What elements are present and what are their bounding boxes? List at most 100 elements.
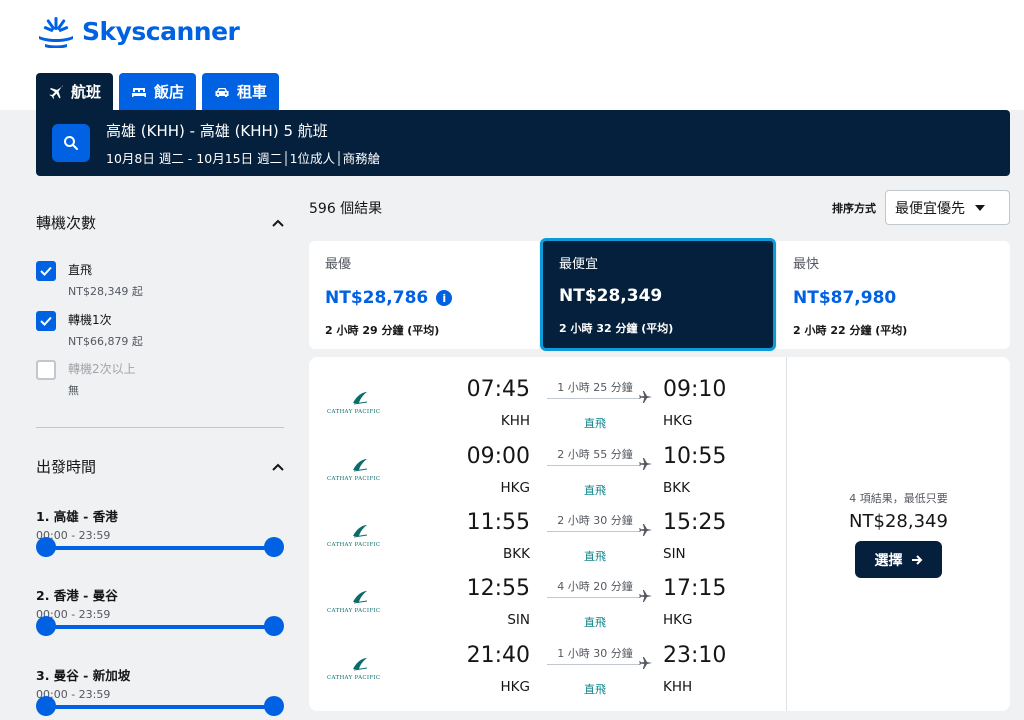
arrival-time: 09:10 <box>663 377 727 402</box>
stops-filter-title: 轉機次數 <box>36 214 97 232</box>
sort-card-price-row: NT$28,786 i <box>325 288 523 308</box>
select-button[interactable]: 選擇 <box>855 541 942 578</box>
slider-handle-end[interactable] <box>264 537 284 557</box>
plane-icon <box>49 85 63 99</box>
departure-airport: HKG <box>500 480 530 496</box>
stops-label: 直飛 <box>584 683 606 696</box>
flight-duration: 4 小時 20 分鐘 <box>557 580 633 593</box>
airline-logo: CATHAY PACIFIC <box>327 389 387 419</box>
departure-slider-2: 2. 香港 - 曼谷 00:00 - 23:59 <box>36 585 284 636</box>
sort-card-cheapest[interactable]: 最便宜 NT$28,349 2 小時 32 分鐘 (平均) <box>540 238 776 351</box>
flight-duration: 1 小時 25 分鐘 <box>557 381 633 394</box>
sort-card-price: NT$87,980 <box>793 288 897 308</box>
stops-option-direct[interactable]: 直飛 NT$28,349 起 <box>36 261 143 299</box>
arrival-time: 17:15 <box>663 576 727 601</box>
option-label: 轉機1次 <box>68 313 112 327</box>
sort-card-duration: 2 小時 22 分鐘 (平均) <box>793 324 908 337</box>
select-button-label: 選擇 <box>874 552 903 569</box>
stops-label: 直飛 <box>584 484 606 497</box>
search-summary[interactable]: 高雄 (KHH) - 高雄 (KHH) 5 航班 10月8日 週二 - 10月1… <box>36 110 1010 176</box>
sort-dropdown[interactable]: 最便宜優先 <box>885 190 1010 225</box>
airline-name: CATHAY PACIFIC <box>327 608 381 614</box>
search-route: 高雄 (KHH) - 高雄 (KHH) 5 航班 <box>106 122 328 140</box>
slider-handle-end[interactable] <box>264 616 284 636</box>
option-label: 直飛 <box>68 263 93 277</box>
chevron-up-icon <box>272 219 284 227</box>
arrow-right-icon <box>911 554 922 565</box>
flight-leg: CATHAY PACIFIC 12:55 SIN 4 小時 20 分鐘 直飛 1… <box>309 568 786 634</box>
departure-airport: SIN <box>507 612 530 628</box>
flight-duration: 2 小時 55 分鐘 <box>557 448 633 461</box>
checkbox-disabled <box>36 360 56 380</box>
slider-handle-start[interactable] <box>36 537 56 557</box>
skyscanner-logo[interactable]: Skyscanner <box>36 14 240 48</box>
search-icon <box>64 136 78 150</box>
arrival-airport: HKG <box>663 413 693 429</box>
flight-leg: CATHAY PACIFIC 11:55 BKK 2 小時 30 分鐘 直飛 1… <box>309 502 786 568</box>
slider-range: 00:00 - 23:59 <box>36 608 111 621</box>
slider-title: 1. 高雄 - 香港 <box>36 509 118 524</box>
tab-label: 航班 <box>71 83 102 101</box>
checkbox-checked[interactable] <box>36 311 56 331</box>
airline-name: CATHAY PACIFIC <box>327 542 381 548</box>
results-count: 596 個結果 <box>309 201 383 217</box>
cathay-brushwing-icon <box>353 525 368 538</box>
sort-card-price: NT$28,786 <box>325 288 429 308</box>
search-travellers: 1位成人 <box>289 151 336 166</box>
sunrise-icon <box>39 17 73 48</box>
stops-filter-header[interactable]: 轉機次數 <box>36 212 284 233</box>
route-line <box>547 531 639 532</box>
airline-logo: CATHAY PACIFIC <box>327 522 387 552</box>
airline-logo: CATHAY PACIFIC <box>327 655 387 685</box>
product-tabs: 航班 飯店 租車 <box>36 73 280 110</box>
brand-name: Skyscanner <box>82 16 240 46</box>
slider-handle-start[interactable] <box>36 616 56 636</box>
sort-card-title: 最便宜 <box>559 257 599 272</box>
option-label: 轉機2次以上 <box>68 362 136 376</box>
search-details: 10月8日 週二 - 10月15日 週二│1位成人│商務艙 <box>106 151 381 166</box>
caret-down-icon <box>975 204 985 211</box>
slider-title: 2. 香港 - 曼谷 <box>36 588 118 603</box>
sort-card-price: NT$28,349 <box>559 286 663 306</box>
departure-time: 07:45 <box>466 377 530 402</box>
sort-card-fastest[interactable]: 最快 NT$87,980 2 小時 22 分鐘 (平均) <box>777 241 1010 349</box>
arrival-airport: KHH <box>663 679 693 695</box>
tab-label: 租車 <box>237 83 268 101</box>
airline-logo: CATHAY PACIFIC <box>327 456 387 486</box>
route-line <box>547 465 639 466</box>
route-line <box>547 664 639 665</box>
checkbox-checked[interactable] <box>36 261 56 281</box>
stops-option-one-stop[interactable]: 轉機1次 NT$66,879 起 <box>36 311 143 349</box>
chevron-up-icon <box>272 463 284 471</box>
arrival-airport: BKK <box>663 480 690 496</box>
info-icon[interactable]: i <box>436 290 453 306</box>
departure-time: 12:55 <box>466 576 530 601</box>
slider-title: 3. 曼谷 - 新加坡 <box>36 668 131 683</box>
itinerary-card[interactable]: CATHAY PACIFIC 07:45 KHH 1 小時 25 分鐘 直飛 0… <box>309 357 1010 711</box>
sort-card-duration: 2 小時 29 分鐘 (平均) <box>325 324 440 337</box>
top-bar: Skyscanner 航班 飯店 租車 <box>0 0 1024 110</box>
flight-leg: CATHAY PACIFIC 21:40 HKG 1 小時 30 分鐘 直飛 2… <box>309 635 786 701</box>
stops-label: 直飛 <box>584 616 606 629</box>
option-price: 無 <box>68 384 79 397</box>
cathay-brushwing-icon <box>353 459 368 472</box>
slider-track[interactable] <box>46 705 274 709</box>
tab-flights[interactable]: 航班 <box>36 73 114 110</box>
slider-handle-start[interactable] <box>36 696 56 716</box>
tab-hotels[interactable]: 飯店 <box>119 73 197 110</box>
slider-track[interactable] <box>46 546 274 550</box>
search-button[interactable] <box>52 124 90 162</box>
slider-handle-end[interactable] <box>264 696 284 716</box>
slider-track[interactable] <box>46 625 274 629</box>
departure-filter-header[interactable]: 出發時間 <box>36 456 284 477</box>
sort-label: 排序方式 <box>832 202 876 215</box>
slider-range: 00:00 - 23:59 <box>36 529 111 542</box>
departure-airport: BKK <box>503 546 530 562</box>
slider-range: 00:00 - 23:59 <box>36 688 111 701</box>
arrival-airport: SIN <box>663 546 686 562</box>
sort-card-best[interactable]: 最優 NT$28,786 i 2 小時 29 分鐘 (平均) <box>309 241 539 349</box>
sort-card-title: 最快 <box>793 257 820 272</box>
departure-time: 11:55 <box>466 510 530 535</box>
tab-cars[interactable]: 租車 <box>202 73 280 110</box>
stops-label: 直飛 <box>584 417 606 430</box>
